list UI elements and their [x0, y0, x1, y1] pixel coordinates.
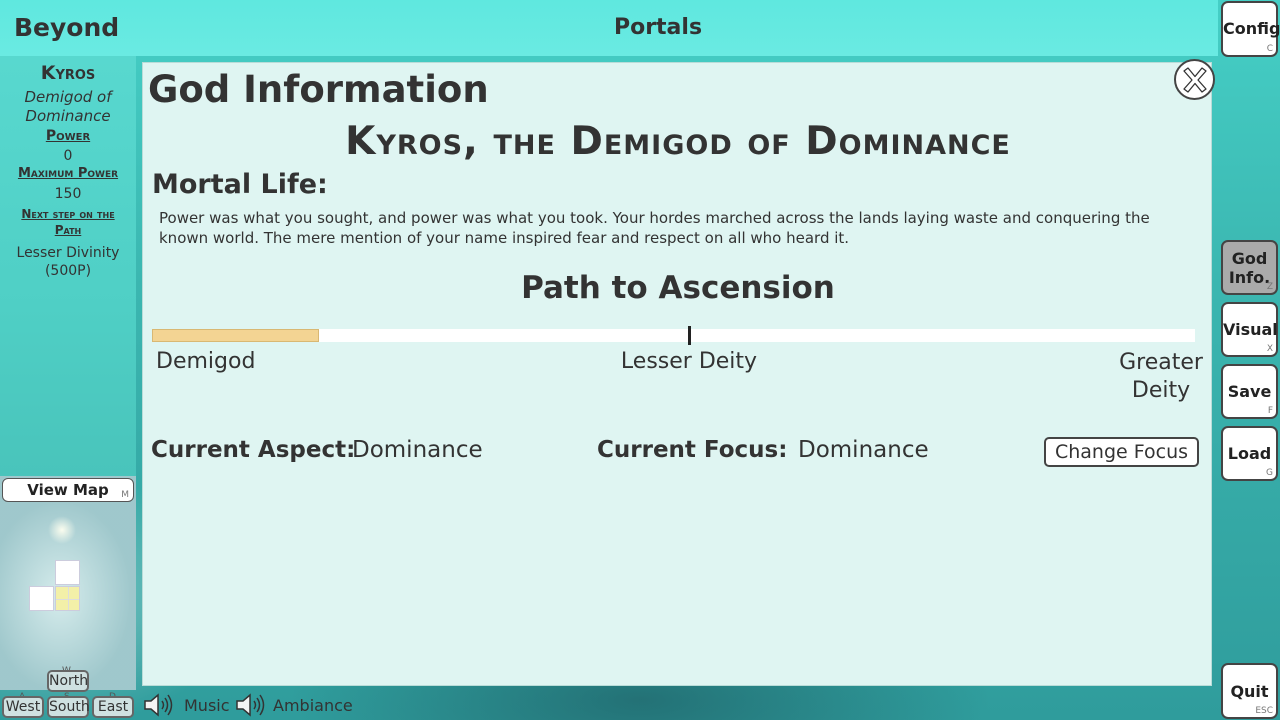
location-title: Portals — [613, 15, 703, 40]
next-step-label: Next step on the Path — [21, 207, 115, 237]
game-title: Beyond — [14, 13, 120, 42]
audio-controls: Music Ambiance — [140, 690, 1218, 720]
load-hotkey: G — [1266, 468, 1273, 478]
map-cell-west — [29, 586, 54, 611]
max-power-label: Maximum Power — [17, 166, 119, 181]
visual-label: Visual — [1223, 320, 1278, 339]
view-map-label: View Map — [27, 481, 109, 499]
stage-lesser-deity-label: Lesser Deity — [620, 349, 758, 374]
next-step-value: Lesser Divinity (500P) — [16, 245, 120, 279]
god-title: Demigod of Dominance — [24, 88, 112, 125]
ascension-heading: Path to Ascension — [521, 270, 835, 306]
close-icon — [1182, 65, 1207, 94]
ambiance-speaker-icon[interactable] — [234, 692, 268, 718]
east-button[interactable]: East — [92, 696, 134, 718]
god-name: Kyros — [40, 62, 96, 84]
music-speaker-icon[interactable] — [142, 692, 176, 718]
minimap: View Map M — [0, 476, 136, 690]
map-cell-current — [55, 586, 80, 611]
stage-demigod-label: Demigod — [156, 349, 256, 374]
current-aspect-label: Current Aspect: — [151, 437, 356, 463]
ascension-progress-bar — [152, 329, 1195, 342]
config-label: Config — [1223, 19, 1280, 38]
max-power-value: 150 — [54, 186, 82, 202]
save-hotkey: F — [1267, 406, 1273, 416]
mortal-life-heading: Mortal Life: — [152, 169, 328, 200]
config-hotkey: C — [1266, 44, 1273, 54]
power-label: Power — [45, 128, 91, 144]
south-button[interactable]: South — [47, 696, 90, 718]
god-information-dialog: God Information Kyros, the Demigod of Do… — [142, 59, 1215, 686]
north-button[interactable]: North — [47, 670, 89, 692]
god-status-panel: Kyros Demigod of Dominance Power 0 Maxim… — [0, 56, 136, 476]
close-button[interactable] — [1174, 59, 1215, 100]
current-focus-label: Current Focus: — [597, 437, 788, 463]
power-value: 0 — [63, 148, 73, 164]
god-info-hotkey: Z — [1266, 282, 1273, 292]
current-focus-value: Dominance — [798, 437, 929, 463]
god-info-label-line1: God — [1231, 249, 1268, 268]
visual-hotkey: X — [1266, 344, 1273, 354]
quit-button[interactable]: Quit ESC — [1221, 663, 1278, 719]
dialog-title: God Information — [148, 68, 489, 111]
save-label: Save — [1227, 382, 1272, 401]
stage-greater-deity-label: Greater Deity — [1119, 350, 1203, 403]
change-focus-button[interactable]: Change Focus — [1044, 437, 1199, 467]
god-info-button[interactable]: God Info. Z — [1221, 240, 1278, 295]
load-button[interactable]: Load G — [1221, 426, 1278, 481]
visual-button[interactable]: Visual X — [1221, 302, 1278, 357]
view-map-hotkey: M — [121, 490, 129, 500]
quit-label: Quit — [1230, 682, 1269, 701]
ambiance-label: Ambiance — [273, 696, 353, 715]
quit-hotkey: ESC — [1255, 706, 1273, 716]
god-full-title: Kyros, the Demigod of Dominance — [345, 119, 1011, 164]
current-aspect-value: Dominance — [352, 437, 483, 463]
top-bar: Beyond Portals — [0, 0, 1218, 56]
map-cell-north — [55, 560, 80, 585]
ascension-progress-fill — [152, 329, 319, 342]
west-button[interactable]: West — [2, 696, 44, 718]
music-label: Music — [184, 696, 230, 715]
save-button[interactable]: Save F — [1221, 364, 1278, 419]
config-button[interactable]: Config C — [1221, 1, 1280, 57]
view-map-button[interactable]: View Map M — [2, 478, 134, 502]
load-label: Load — [1227, 444, 1272, 463]
lesser-deity-marker — [688, 326, 691, 345]
mortal-life-text: Power was what you sought, and power was… — [159, 209, 1150, 247]
